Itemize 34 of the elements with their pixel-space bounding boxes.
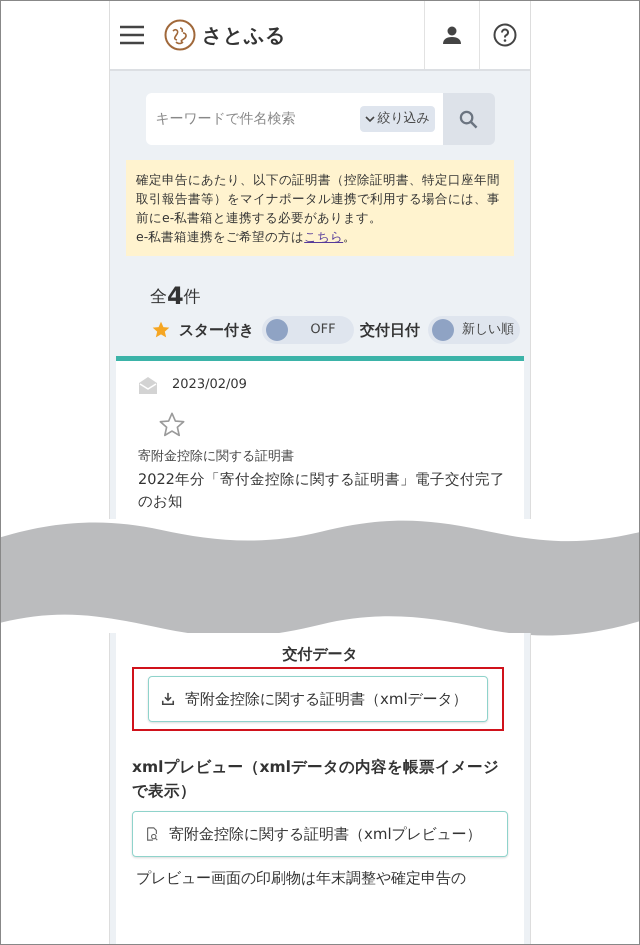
search-icon bbox=[459, 110, 478, 128]
filter-label: スター付き bbox=[179, 320, 254, 341]
filter-label: 交付日付 bbox=[360, 320, 420, 341]
open-envelope-icon bbox=[138, 375, 158, 395]
filter-button[interactable]: 絞り込み bbox=[360, 106, 434, 132]
here-link[interactable]: こちら bbox=[304, 229, 344, 244]
sort-toggle[interactable]: 新しい順 bbox=[428, 316, 520, 344]
download-icon bbox=[161, 692, 175, 706]
document-search-icon bbox=[145, 827, 159, 841]
preview-note: プレビュー画面の印刷物は年末調整や確定申告の bbox=[135, 868, 467, 889]
menu-icon[interactable] bbox=[120, 25, 144, 45]
logo-icon bbox=[164, 19, 196, 51]
chevron-down-icon bbox=[364, 114, 374, 124]
count-prefix: 全 bbox=[150, 286, 167, 308]
download-button[interactable]: 寄附金控除に関する証明書（xmlデータ） bbox=[148, 676, 488, 722]
count-suffix: 件 bbox=[184, 286, 201, 308]
message-card[interactable]: 2023/02/09 寄附金控除に関する証明書 2022年分「寄付金控除に関する証明書」電子交付完了のお知 bbox=[116, 356, 524, 518]
message-category: 寄附金控除に関する証明書 bbox=[138, 448, 295, 466]
preview-button[interactable]: 寄附金控除に関する証明書（xmlプレビュー） bbox=[132, 811, 508, 857]
brand-name: さとふる bbox=[202, 22, 286, 49]
delivery-heading: 交付データ bbox=[282, 644, 358, 664]
user-icon bbox=[442, 25, 462, 45]
message-title: 2022年分「寄付金控除に関する証明書」電子交付完了のお知 bbox=[138, 470, 506, 512]
star-toggle-icon[interactable] bbox=[158, 411, 186, 439]
help-icon bbox=[493, 23, 517, 47]
star-filter-toggle[interactable]: OFF bbox=[262, 316, 354, 344]
notice-link-text: e-私書箱連携をご希望の方は こちら。 bbox=[136, 228, 358, 246]
notice-text: 確定申告にあたり、以下の証明書（控除証明書、特定口座年間取引報告書等）をマイナポータル連携で利用する場合には、事前にe-私書箱と連携する必要があります。 bbox=[136, 171, 501, 227]
search-field[interactable]: キーワードで件名検索 絞り込み bbox=[146, 93, 442, 145]
star-icon bbox=[151, 320, 171, 340]
count-number: 4 bbox=[167, 282, 184, 310]
message-date: 2023/02/09 bbox=[172, 376, 247, 394]
search-button[interactable] bbox=[442, 93, 494, 145]
preview-heading: xmlプレビュー（xmlデータの内容を帳票イメージで表示） bbox=[132, 757, 500, 802]
